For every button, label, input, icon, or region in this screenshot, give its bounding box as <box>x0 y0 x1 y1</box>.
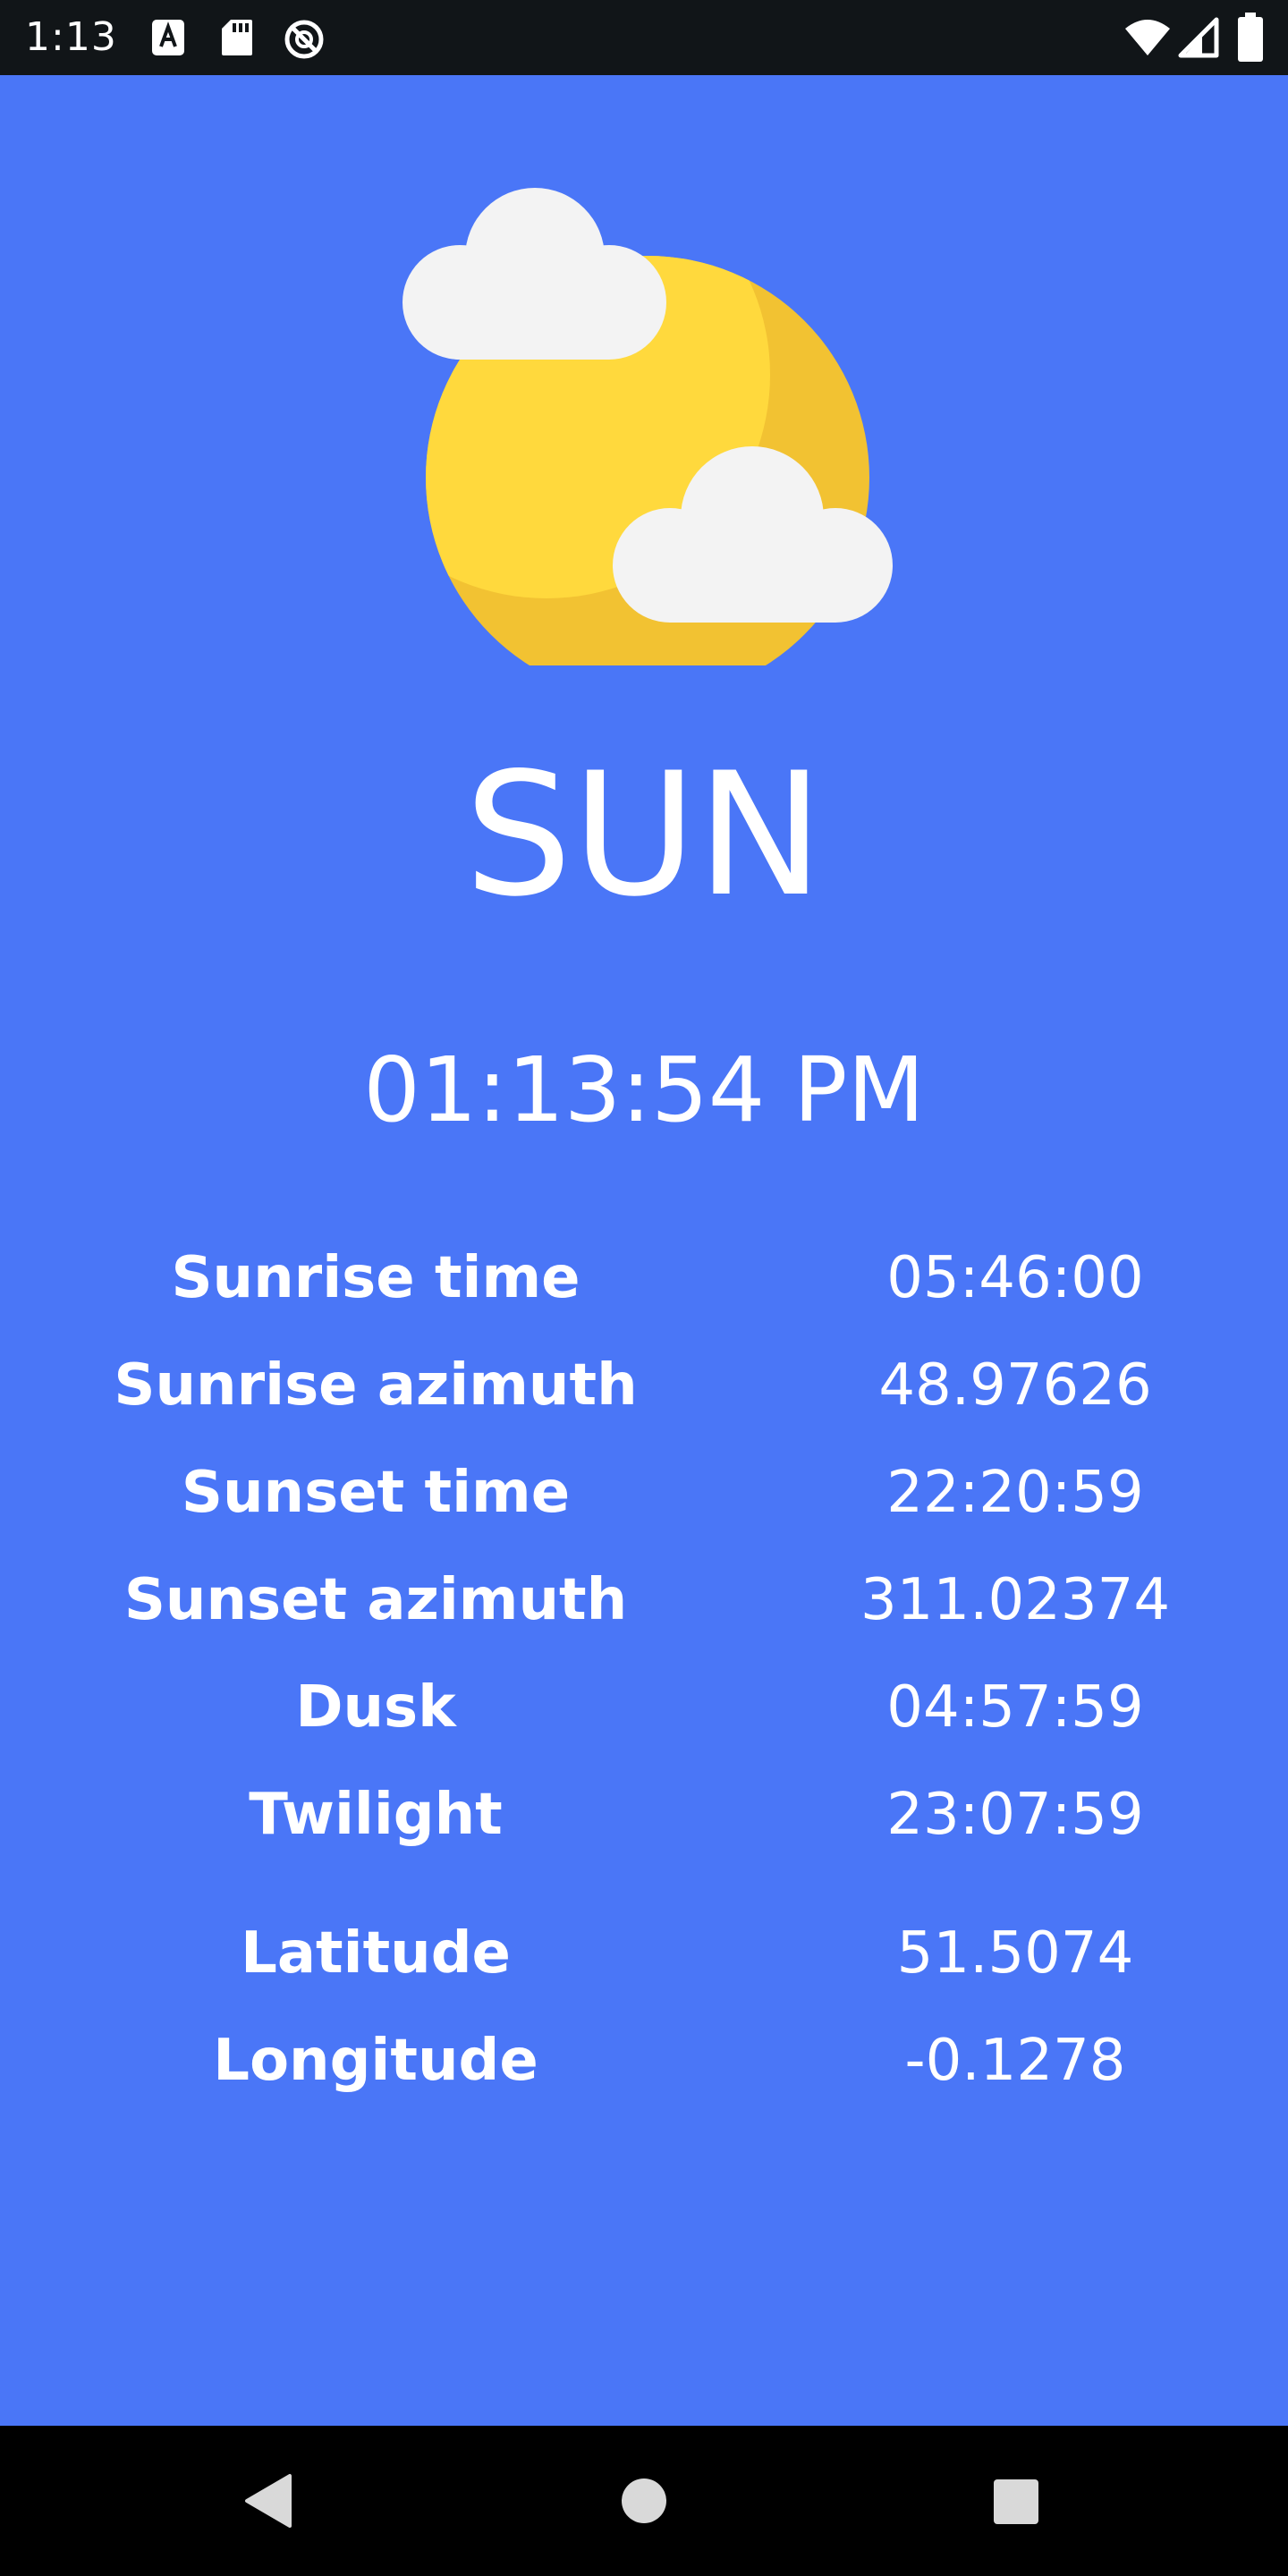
info-value: 51.5074 <box>896 1920 1134 1987</box>
info-label: Sunrise azimuth <box>114 1352 638 1419</box>
info-label: Sunset azimuth <box>123 1567 628 1633</box>
info-row-sunrise-time: Sunrise time 05:46:00 <box>0 1229 1288 1327</box>
current-time: 01:13:54 PM <box>363 1038 925 1142</box>
info-label: Sunset time <box>181 1460 571 1526</box>
sun-with-clouds-icon <box>402 188 893 665</box>
info-label: Dusk <box>295 1674 456 1741</box>
navigation-bar <box>0 2426 1288 2576</box>
info-row-sunrise-azimuth: Sunrise azimuth 48.97626 <box>0 1336 1288 1435</box>
do-not-disturb-icon <box>284 20 324 59</box>
info-row-sunset-time: Sunset time 22:20:59 <box>0 1444 1288 1542</box>
info-value: 22:20:59 <box>886 1460 1144 1526</box>
status-bar: 1:13 <box>0 0 1288 75</box>
cell-signal-icon <box>1178 17 1219 58</box>
back-icon[interactable] <box>224 2456 313 2546</box>
info-value: 04:57:59 <box>886 1674 1144 1741</box>
info-row-twilight: Twilight 23:07:59 <box>0 1766 1288 1864</box>
info-value: 48.97626 <box>878 1352 1152 1419</box>
sd-card-icon <box>222 20 252 55</box>
info-value: 05:46:00 <box>886 1245 1144 1311</box>
battery-icon <box>1238 13 1263 62</box>
info-row-longitude: Longitude -0.1278 <box>0 2012 1288 2110</box>
app-screen: 1:13 SUN 01:13:54 PM Sunrise time 05:46:… <box>0 0 1288 2576</box>
info-row-latitude: Latitude 51.5074 <box>0 1904 1288 2003</box>
info-value: -0.1278 <box>904 2028 1126 2094</box>
info-label: Latitude <box>241 1920 511 1987</box>
info-value: 311.02374 <box>860 1567 1171 1633</box>
info-label: Longitude <box>213 2028 538 2094</box>
info-label: Sunrise time <box>171 1245 580 1311</box>
main-content: SUN 01:13:54 PM Sunrise time 05:46:00 Su… <box>0 75 1288 2426</box>
home-icon[interactable] <box>599 2456 689 2546</box>
status-time: 1:13 <box>25 14 117 60</box>
recents-icon[interactable] <box>970 2456 1060 2546</box>
info-label: Twilight <box>249 1782 503 1848</box>
font-icon <box>152 20 184 55</box>
info-row-dusk: Dusk 04:57:59 <box>0 1658 1288 1757</box>
info-row-sunset-azimuth: Sunset azimuth 311.02374 <box>0 1551 1288 1649</box>
page-title: SUN <box>464 736 824 934</box>
wifi-icon <box>1125 20 1170 55</box>
info-value: 23:07:59 <box>886 1782 1144 1848</box>
